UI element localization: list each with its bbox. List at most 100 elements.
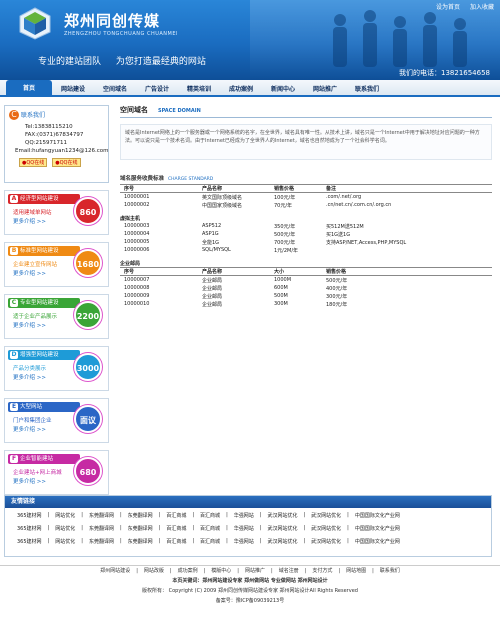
footer-link[interactable]: 域名注册	[279, 568, 299, 574]
table-cell: 70元/年	[274, 202, 293, 209]
contact-box: C 联系我们 Tel:13838115210 FAX:(0371)67834797…	[4, 105, 109, 183]
main-content: 空间域名 SPACE DOMAIN 域名是Internet网络上的一个服务器或一个…	[120, 105, 492, 308]
qq-online-button-2[interactable]: ● QQ在线	[52, 158, 81, 167]
separator: |	[158, 538, 161, 544]
table-cell: 支持ASP/NET,Access,PHP,MYSQL	[326, 239, 407, 246]
package-price: 680	[74, 457, 102, 485]
separator: |	[237, 568, 239, 574]
package-name: A 经济型网站建设	[8, 194, 80, 204]
package-more-link[interactable]: 更多介绍 >>	[13, 321, 46, 329]
slogan-part-1: 专业的建站团队	[38, 57, 102, 67]
separator: |	[303, 512, 306, 518]
friend-link[interactable]: 华强网站	[234, 525, 254, 534]
package-more-link[interactable]: 更多介绍 >>	[13, 269, 46, 277]
footer-link[interactable]: 成功案例	[178, 568, 198, 574]
nav-item-promotion[interactable]: 网站推广	[304, 84, 346, 93]
nav-item-news[interactable]: 新闻中心	[262, 84, 304, 93]
table-cell: 300元/年	[326, 293, 348, 300]
friend-link[interactable]: 武汉网站优化	[267, 512, 297, 521]
friend-link[interactable]: 东莞翻译网	[89, 525, 114, 534]
package-more-link[interactable]: 更多介绍 >>	[13, 373, 46, 381]
table-cell: 1元/2M/年	[274, 247, 299, 254]
friend-link[interactable]: 百汇商城	[166, 512, 186, 521]
friend-link[interactable]: 百汇商城	[200, 525, 220, 534]
table-cell: SQL/MYSQL	[202, 247, 231, 253]
separator: |	[47, 538, 50, 544]
package-name: C 专业型网站建设	[8, 298, 80, 308]
friend-link[interactable]: 东莞翻译网	[128, 525, 153, 534]
package-card[interactable]: C 专业型网站建设 适于企业产品展示 更多介绍 >> 2200	[4, 294, 109, 339]
package-card[interactable]: A 经济型网站建设 适用建域单网站 更多介绍 >> 860	[4, 190, 109, 235]
friend-link[interactable]: 武汉网站优化	[311, 512, 341, 521]
friend-link[interactable]: 武汉网站优化	[267, 538, 297, 547]
friend-link[interactable]: 百汇商城	[166, 525, 186, 534]
table-row: 10000004 ASP1G 500元/年 买1G送1G	[120, 230, 492, 238]
table-cell: 500元/年	[274, 231, 296, 238]
separator: |	[271, 568, 273, 574]
friend-link[interactable]: 百汇商城	[200, 512, 220, 521]
friend-link[interactable]: 365建材网	[17, 512, 42, 521]
package-list: A 经济型网站建设 适用建域单网站 更多介绍 >> 860 B 标准型网站建设 企业建…	[4, 190, 109, 495]
package-desc: 产品分类展示	[13, 366, 47, 372]
friend-link[interactable]: 东莞翻译网	[89, 538, 114, 547]
package-more-link[interactable]: 更多介绍 >>	[13, 477, 46, 485]
qq-online-button-1[interactable]: ● QQ在线	[19, 158, 48, 167]
nav-item-ad-design[interactable]: 广告设计	[136, 84, 178, 93]
footer-link[interactable]: 联系我们	[380, 568, 400, 574]
contact-c-icon: C	[9, 110, 19, 120]
footer-link[interactable]: 支付方式	[312, 568, 332, 574]
nav-item-website-building[interactable]: 网站建设	[52, 84, 94, 93]
friend-link[interactable]: 华强网站	[234, 538, 254, 547]
section-title-en: CHARGE STANDARD	[168, 177, 214, 182]
friend-link[interactable]: 中国国际文化产业网	[355, 512, 400, 521]
table-cell: 10000002	[124, 202, 150, 208]
friend-link[interactable]: 365建材网	[17, 525, 42, 534]
footer-link[interactable]: 网站地图	[346, 568, 366, 574]
package-card[interactable]: D 增强型网站建设 产品分类展示 更多介绍 >> 3000	[4, 346, 109, 391]
table-cell: 企业邮局	[202, 293, 223, 300]
separator: |	[119, 525, 122, 531]
friend-link[interactable]: 百汇商城	[166, 538, 186, 547]
package-card[interactable]: F 企业智能建站 企业建站+网上商城 更多介绍 >> 680	[4, 450, 109, 495]
nav-item-cases[interactable]: 成功案例	[220, 84, 262, 93]
footer-link[interactable]: 网站改版	[144, 568, 164, 574]
friend-link[interactable]: 中国国际文化产业网	[355, 525, 400, 534]
friend-link[interactable]: 武汉网站优化	[311, 525, 341, 534]
nav-item-home[interactable]: 首页	[6, 80, 52, 97]
contact-title: C 联系我们	[9, 110, 104, 120]
package-more-link[interactable]: 更多介绍 >>	[13, 425, 46, 433]
footer-links: 郑州网站建设 | 网站改版 | 成功案例 | 模版中心 | 网站推广 | 域名注册 | 支付方式 | 网站地…	[0, 566, 500, 576]
friend-link[interactable]: 华强网站	[234, 512, 254, 521]
friend-link[interactable]: 网站优化	[55, 525, 75, 534]
separator: |	[372, 568, 374, 574]
slogan-part-2: 为您打造最经典的网站	[115, 57, 206, 67]
package-card[interactable]: E 大型网站 门户和集团企业 更多介绍 >> 面议	[4, 398, 109, 443]
package-more-link[interactable]: 更多介绍 >>	[13, 217, 46, 225]
table-cell: ASP512	[202, 223, 222, 229]
nav-item-training[interactable]: 精英培训	[178, 84, 220, 93]
package-name: D 增强型网站建设	[8, 350, 80, 360]
friend-link[interactable]: 中国国际文化产业网	[355, 538, 400, 547]
nav-item-domain-hosting[interactable]: 空间域名	[94, 84, 136, 93]
section-title: 域名服务收费标准 CHARGE STANDARD	[120, 176, 214, 182]
friend-link[interactable]: 东莞翻译网	[128, 538, 153, 547]
friend-link[interactable]: 东莞翻译网	[89, 512, 114, 521]
footer-link[interactable]: 模版中心	[211, 568, 231, 574]
package-desc: 企业建立宣传网站	[13, 262, 58, 268]
footer-link[interactable]: 网站推广	[245, 568, 265, 574]
friend-link[interactable]: 东莞翻译网	[128, 512, 153, 521]
table-cell: 买1G送1G	[326, 231, 351, 238]
friend-link[interactable]: 武汉网站优化	[311, 538, 341, 547]
friend-link[interactable]: 网站优化	[55, 538, 75, 547]
nav-item-contact[interactable]: 联系我们	[346, 84, 388, 93]
package-price: 3000	[74, 353, 102, 381]
footer-link[interactable]: 郑州网站建设	[100, 568, 130, 574]
friend-link[interactable]: 网站优化	[55, 512, 75, 521]
friend-link[interactable]: 百汇商城	[200, 538, 220, 547]
friend-links-row: 365建材网 | 网站优化 | 东莞翻译网 | 东莞翻译网 | 百汇商城 | 百汇商城 | 华强网站 | 武…	[5, 534, 491, 547]
friend-link[interactable]: 365建材网	[17, 538, 42, 547]
friend-link[interactable]: 武汉网站优化	[267, 525, 297, 534]
separator: |	[158, 525, 161, 531]
table-cell: 180元/年	[326, 301, 348, 308]
package-card[interactable]: B 标准型网站建设 企业建立宣传网站 更多介绍 >> 1680	[4, 242, 109, 287]
